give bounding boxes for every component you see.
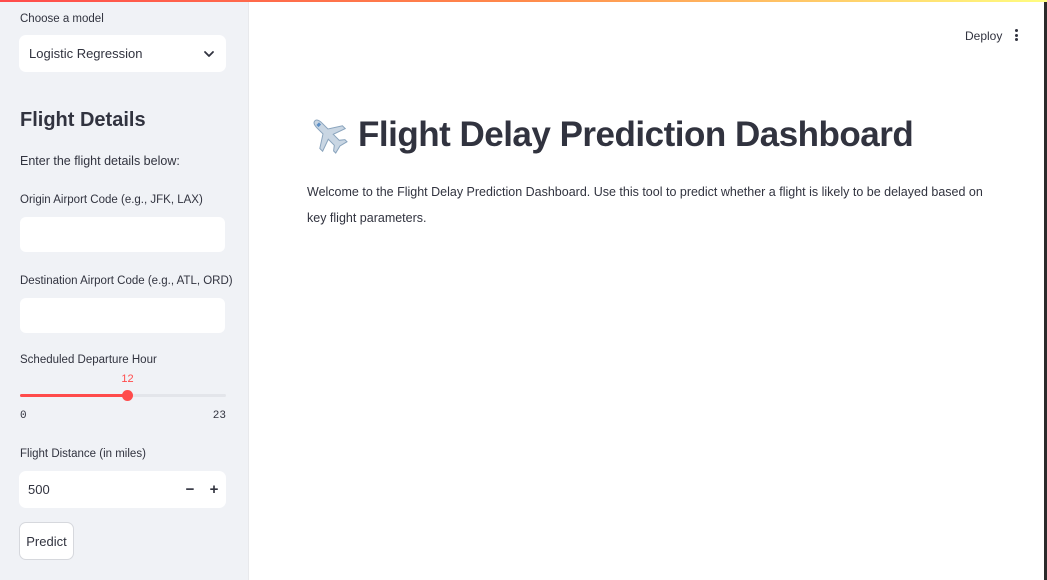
kebab-menu-icon[interactable] bbox=[1010, 27, 1022, 43]
chevron-down-icon bbox=[202, 47, 216, 61]
main-content bbox=[248, 0, 1047, 580]
top-decoration-stripe bbox=[0, 0, 1047, 2]
decrement-button[interactable]: − bbox=[178, 471, 202, 508]
page-title-row: Flight Delay Prediction Dashboard bbox=[310, 113, 914, 157]
departure-hour-label: Scheduled Departure Hour bbox=[20, 354, 157, 366]
model-select-value: Logistic Regression bbox=[29, 46, 143, 61]
destination-airport-label: Destination Airport Code (e.g., ATL, ORD… bbox=[20, 275, 233, 287]
departure-hour-value: 12 bbox=[121, 373, 134, 385]
kebab-dot bbox=[1014, 38, 1018, 41]
slider-thumb[interactable] bbox=[122, 390, 134, 401]
flight-distance-value[interactable]: 500 bbox=[19, 482, 178, 497]
flight-distance-label: Flight Distance (in miles) bbox=[20, 448, 146, 460]
model-select-label: Choose a model bbox=[20, 13, 104, 25]
predict-button[interactable]: Predict bbox=[19, 522, 74, 560]
origin-airport-input[interactable] bbox=[19, 216, 226, 253]
sidebar: Choose a model Logistic Regression Fligh… bbox=[0, 0, 248, 580]
deploy-button[interactable]: Deploy bbox=[965, 29, 1002, 43]
increment-button[interactable]: + bbox=[202, 471, 226, 508]
flight-details-heading: Flight Details bbox=[20, 109, 146, 131]
airplane-icon bbox=[310, 113, 348, 157]
destination-airport-input[interactable] bbox=[19, 297, 226, 334]
flight-distance-input[interactable]: 500 − + bbox=[19, 471, 226, 508]
page-title: Flight Delay Prediction Dashboard bbox=[358, 115, 914, 154]
slider-min-label: 0 bbox=[20, 410, 27, 422]
model-select[interactable]: Logistic Regression bbox=[19, 35, 226, 72]
slider-fill bbox=[20, 394, 128, 397]
flight-details-subtext: Enter the flight details below: bbox=[20, 154, 180, 168]
kebab-dot bbox=[1014, 29, 1018, 32]
departure-hour-slider[interactable] bbox=[20, 388, 226, 402]
welcome-text: Welcome to the Flight Delay Prediction D… bbox=[307, 185, 983, 225]
slider-max-label: 23 bbox=[212, 410, 226, 422]
origin-airport-label: Origin Airport Code (e.g., JFK, LAX) bbox=[20, 194, 203, 206]
kebab-dot bbox=[1014, 33, 1018, 37]
